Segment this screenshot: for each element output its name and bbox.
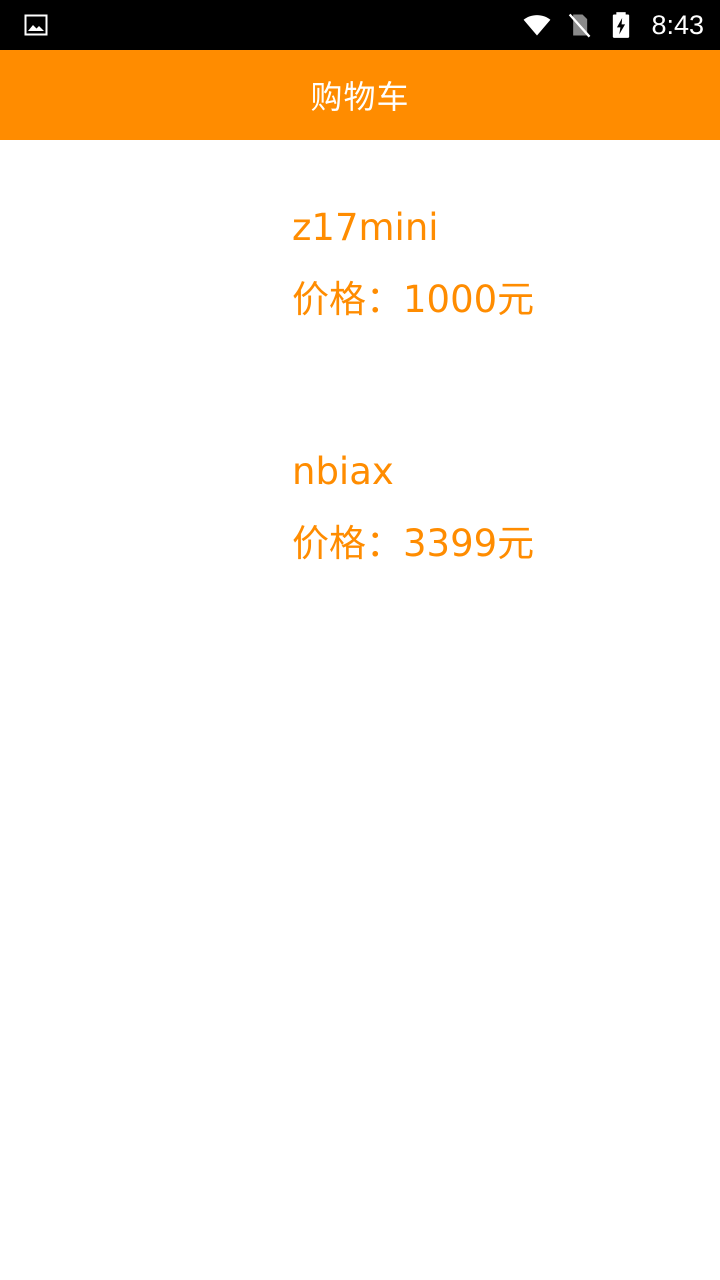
product-price: 价格：1000元 [292,278,535,321]
cart-item[interactable]: nbiax 价格：3399元 [292,450,692,566]
app-bar: 购物车 [0,50,720,140]
product-price: 价格：3399元 [292,522,535,565]
product-name: nbiax [292,450,394,493]
image-icon [24,14,48,36]
status-icons: 8:43 [523,0,704,50]
status-bar: 8:43 [0,0,720,50]
clock-time: 8:43 [651,10,704,40]
battery-charging-icon [613,12,630,38]
wifi-icon [524,15,551,36]
no-sim-icon [569,13,591,38]
page-title: 购物车 [310,78,410,116]
cart-item[interactable]: z17mini 价格：1000元 [292,206,692,322]
product-name: z17mini [292,206,439,249]
